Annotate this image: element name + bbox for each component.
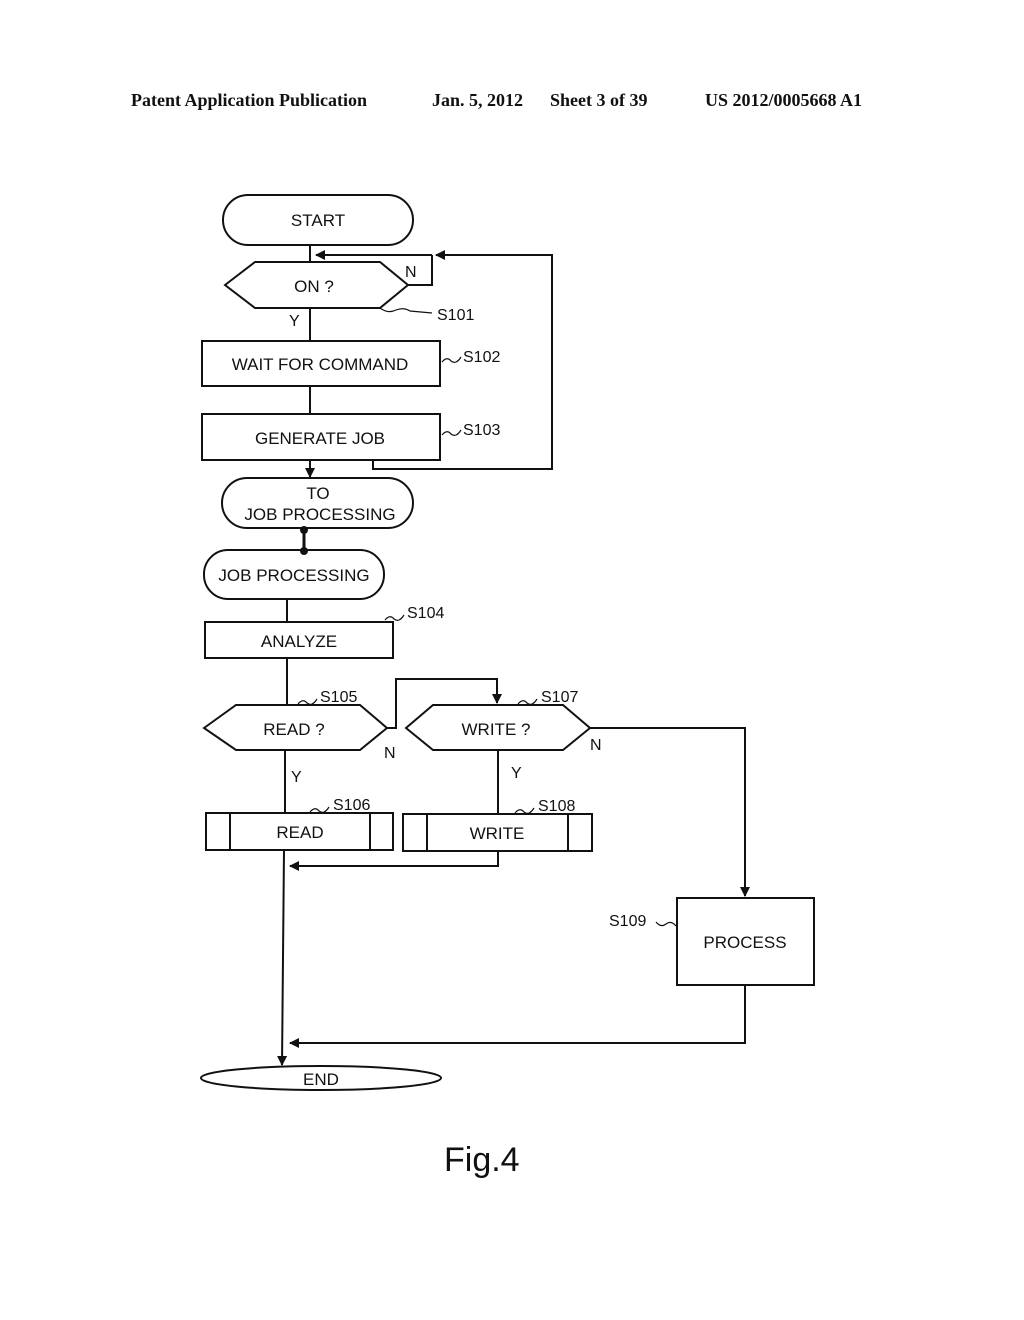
step-s102: S102	[463, 349, 500, 366]
job-processing-label: JOB PROCESSING	[218, 566, 369, 585]
read-label: READ	[276, 823, 323, 842]
write-label: WRITE	[470, 824, 525, 843]
flowchart: START ON ? WAIT FOR COMMAND GENERATE JOB…	[200, 194, 815, 1179]
step-s108: S108	[538, 798, 575, 815]
step-s106: S106	[333, 797, 370, 814]
end-label: END	[303, 1070, 339, 1089]
read-q-label: READ ?	[263, 720, 324, 739]
connector-dot-bottom	[300, 547, 308, 555]
wait-label: WAIT FOR COMMAND	[232, 355, 409, 374]
on-label: ON ?	[294, 277, 334, 296]
on-yes-label: Y	[289, 313, 300, 330]
process-label: PROCESS	[703, 933, 786, 952]
main-line-to-end	[277, 849, 288, 1066]
write-no-branch	[590, 727, 750, 897]
on-no-label: N	[405, 264, 417, 281]
step-s103: S103	[463, 422, 500, 439]
figure-label: Fig.4	[444, 1141, 520, 1179]
write-no-label: N	[590, 737, 602, 754]
process-return	[289, 985, 746, 1048]
read-yes-label: Y	[291, 769, 302, 786]
start-label: START	[291, 211, 345, 230]
step-s104: S104	[407, 605, 444, 622]
analyze-label: ANALYZE	[261, 632, 337, 651]
read-no-label: N	[384, 745, 396, 762]
connector-dot-top	[300, 526, 308, 534]
step-s105: S105	[320, 689, 357, 706]
generate-label: GENERATE JOB	[255, 429, 385, 448]
write-q-label: WRITE ?	[462, 720, 531, 739]
to-job-label-1: TO	[306, 484, 329, 503]
step-s107: S107	[541, 689, 578, 706]
to-job-label-2: JOB PROCESSING	[244, 505, 395, 524]
write-return	[289, 851, 499, 871]
step-s101: S101	[437, 307, 474, 324]
step-s109: S109	[609, 913, 646, 930]
write-yes-label: Y	[511, 765, 522, 782]
